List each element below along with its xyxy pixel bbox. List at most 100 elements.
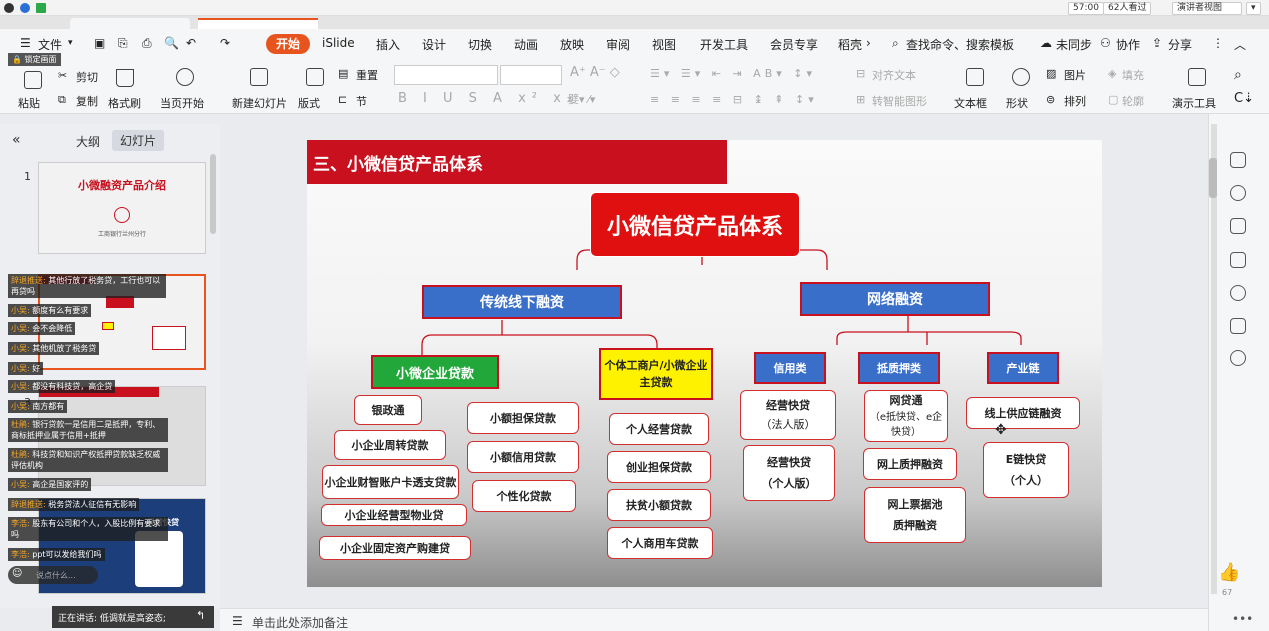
animation-icon[interactable] [1230,350,1246,366]
copy-button[interactable]: 复制 [76,93,98,109]
collapse-ribbon-icon[interactable]: ︿ [1234,36,1246,53]
font-family-select[interactable] [394,65,498,85]
tab-developer[interactable]: 开发工具 [700,36,748,53]
chevron-down-icon[interactable]: ▾ [1246,2,1261,15]
elapsed-time: 57:00 [1068,2,1104,15]
tab-insert[interactable]: 插入 [376,36,400,53]
tab-slideshow[interactable]: 放映 [560,36,584,53]
app-icon [4,3,14,13]
increase-font-icon[interactable]: A⁺ A⁻ ◇ [570,65,620,80]
chevron-right-icon[interactable]: › [866,36,871,50]
paste-icon[interactable] [24,71,42,89]
align-text-button[interactable]: 对齐文本 [872,67,916,83]
textbox-button[interactable]: 文本框 [954,95,987,111]
shape-button[interactable]: 形状 [1006,95,1028,111]
pinyin-icon[interactable]: 嬖▾ ⁄▾ [568,91,595,107]
collapse-panel-icon[interactable]: « [12,132,21,148]
doc-tab-active[interactable] [198,18,318,29]
viewer-count: 62人看过 [1103,2,1152,15]
cut-button[interactable]: 剪切 [76,69,98,85]
export-icon[interactable]: ⎘ [118,36,128,51]
settings-icon[interactable] [1230,185,1246,201]
scroll-thumb[interactable] [1209,158,1217,198]
chat-message: 辞退推送: 其他行放了税务贷，工行也可以再贷吗 [8,274,166,298]
reset-button[interactable]: 重置 [356,67,378,83]
tab-slides[interactable]: 幻灯片 [112,130,165,151]
help-icon[interactable] [1230,285,1246,301]
speaker-name: 低调就是高姿态; [99,614,166,624]
chat-text: 股东有公司和个人，入股比例有要求吗 [11,519,161,539]
presenter-view-button[interactable]: 演讲者视图 [1172,2,1242,15]
tab-review[interactable]: 审阅 [606,36,630,53]
chat-message: 李浩: ppt可以发给我们吗 [8,548,105,561]
list-icons[interactable]: ☰▾ ☰▾ ⇤ ⇥ AB▾ ↕▾ [650,67,816,80]
text-direction-icon[interactable]: C⇣ [1234,91,1254,106]
format-painter-button[interactable]: 格式刷 [108,95,141,111]
chat-message: 小吴: 南方都有 [8,400,68,413]
more-icon[interactable]: ••• [1232,612,1253,626]
slide-thumbnail-1[interactable]: 小微融资产品介绍 工商银行兰州分行 [38,162,206,254]
tab-member[interactable]: 会员专享 [770,36,818,53]
more-icon[interactable]: ⋮ [1212,36,1224,50]
tab-islide[interactable]: iSlide [322,36,355,50]
tab-outline[interactable]: 大纲 [76,133,100,150]
paste-button[interactable]: 粘贴 [18,95,40,111]
fill-button[interactable]: 填充 [1122,67,1144,83]
sync-status[interactable]: 未同步 [1056,36,1092,53]
undo-icon[interactable]: ↶ [186,36,196,50]
copy-icon[interactable] [1230,252,1246,268]
notes-placeholder[interactable]: 单击此处添加备注 [252,614,348,631]
redo-icon[interactable]: ↷ [220,36,230,50]
chat-input[interactable]: ☺ 说点什么... [8,566,98,584]
tab-design[interactable]: 设计 [422,36,446,53]
tab-view[interactable]: 视图 [652,36,676,53]
chat-user: 小吴: [11,324,30,333]
thumbs-up-icon[interactable]: 👍 [1218,562,1240,583]
share-icon[interactable]: ↰ [196,609,205,622]
chat-text: 高企是国家评的 [32,480,89,489]
section-icon: ⊏ [338,93,348,106]
product-name: 经营快贷 [767,456,811,469]
tab-transition[interactable]: 切换 [468,36,492,53]
emoji-icon[interactable]: ☺ [12,568,22,579]
menu-icon[interactable]: ☰ [20,36,31,50]
layout-button[interactable]: 版式 [298,95,320,111]
section-button[interactable]: 节 [356,93,367,109]
new-slide-button[interactable]: 新建幻灯片 [232,95,287,111]
chat-text: 银行贷款一是信用二是抵押，专利、商标抵押业属于信用+抵押 [11,420,161,440]
smart-art-button[interactable]: 转智能图形 [872,93,927,109]
property-icon[interactable] [1230,152,1246,168]
play-from-current-button[interactable]: 当页开始 [160,95,204,111]
text-style-icons[interactable]: B I U S A x² x₂ [398,91,578,106]
speaking-label: 正在讲话: 低调就是高姿态; [58,611,166,624]
outline-button[interactable]: 轮廓 [1122,93,1144,109]
slide[interactable]: 三、小微信贷产品体系 小微信贷产品体系 传统线下融资 网络融资 小微企业贷款 个… [307,140,1102,587]
chat-user: 小吴: [11,480,30,489]
tab-animation[interactable]: 动画 [514,36,538,53]
image-icon[interactable] [1230,318,1246,334]
print-icon[interactable]: ⎙ [142,36,152,51]
arrange-button[interactable]: 排列 [1064,93,1086,109]
scrollbar[interactable] [210,154,216,234]
picture-button[interactable]: 图片 [1064,67,1086,83]
search-command[interactable]: 查找命令、搜索模板 [906,36,1014,53]
search-icon[interactable]: ⌕ [1234,67,1242,83]
presenter-tools-button[interactable]: 演示工具 [1172,95,1216,111]
paragraph-align-icons[interactable]: ≡ ≡ ≡ ≡ ⊟ ↨ ⇞ ↕▾ [650,93,818,106]
star-icon[interactable] [1230,218,1246,234]
search-icon[interactable]: ⌕ [892,36,899,51]
tab-start[interactable]: 开始 [266,34,310,54]
chevron-down-icon[interactable]: ▾ [68,38,73,48]
font-size-select[interactable] [500,65,562,85]
lock-screen-button[interactable]: 🔒 锁定画面 [8,53,61,66]
menu-file[interactable]: 文件 [38,36,62,53]
product-name: E链快贷 [1005,453,1047,466]
save-icon[interactable]: ▣ [94,36,105,50]
menu-bar: ☰ 文件 ▾ ▣ ⎘ ⎙ 🔍 ↶ ↷ 开始 iSlide 插入 设计 切换 动画… [0,29,1269,59]
layout-icon [306,68,324,86]
tab-docer[interactable]: 稻壳 [838,36,862,53]
share-button[interactable]: 分享 [1168,36,1192,53]
doc-tab[interactable] [70,18,190,29]
collab-button[interactable]: 协作 [1116,36,1140,53]
preview-icon[interactable]: 🔍 [164,36,179,50]
